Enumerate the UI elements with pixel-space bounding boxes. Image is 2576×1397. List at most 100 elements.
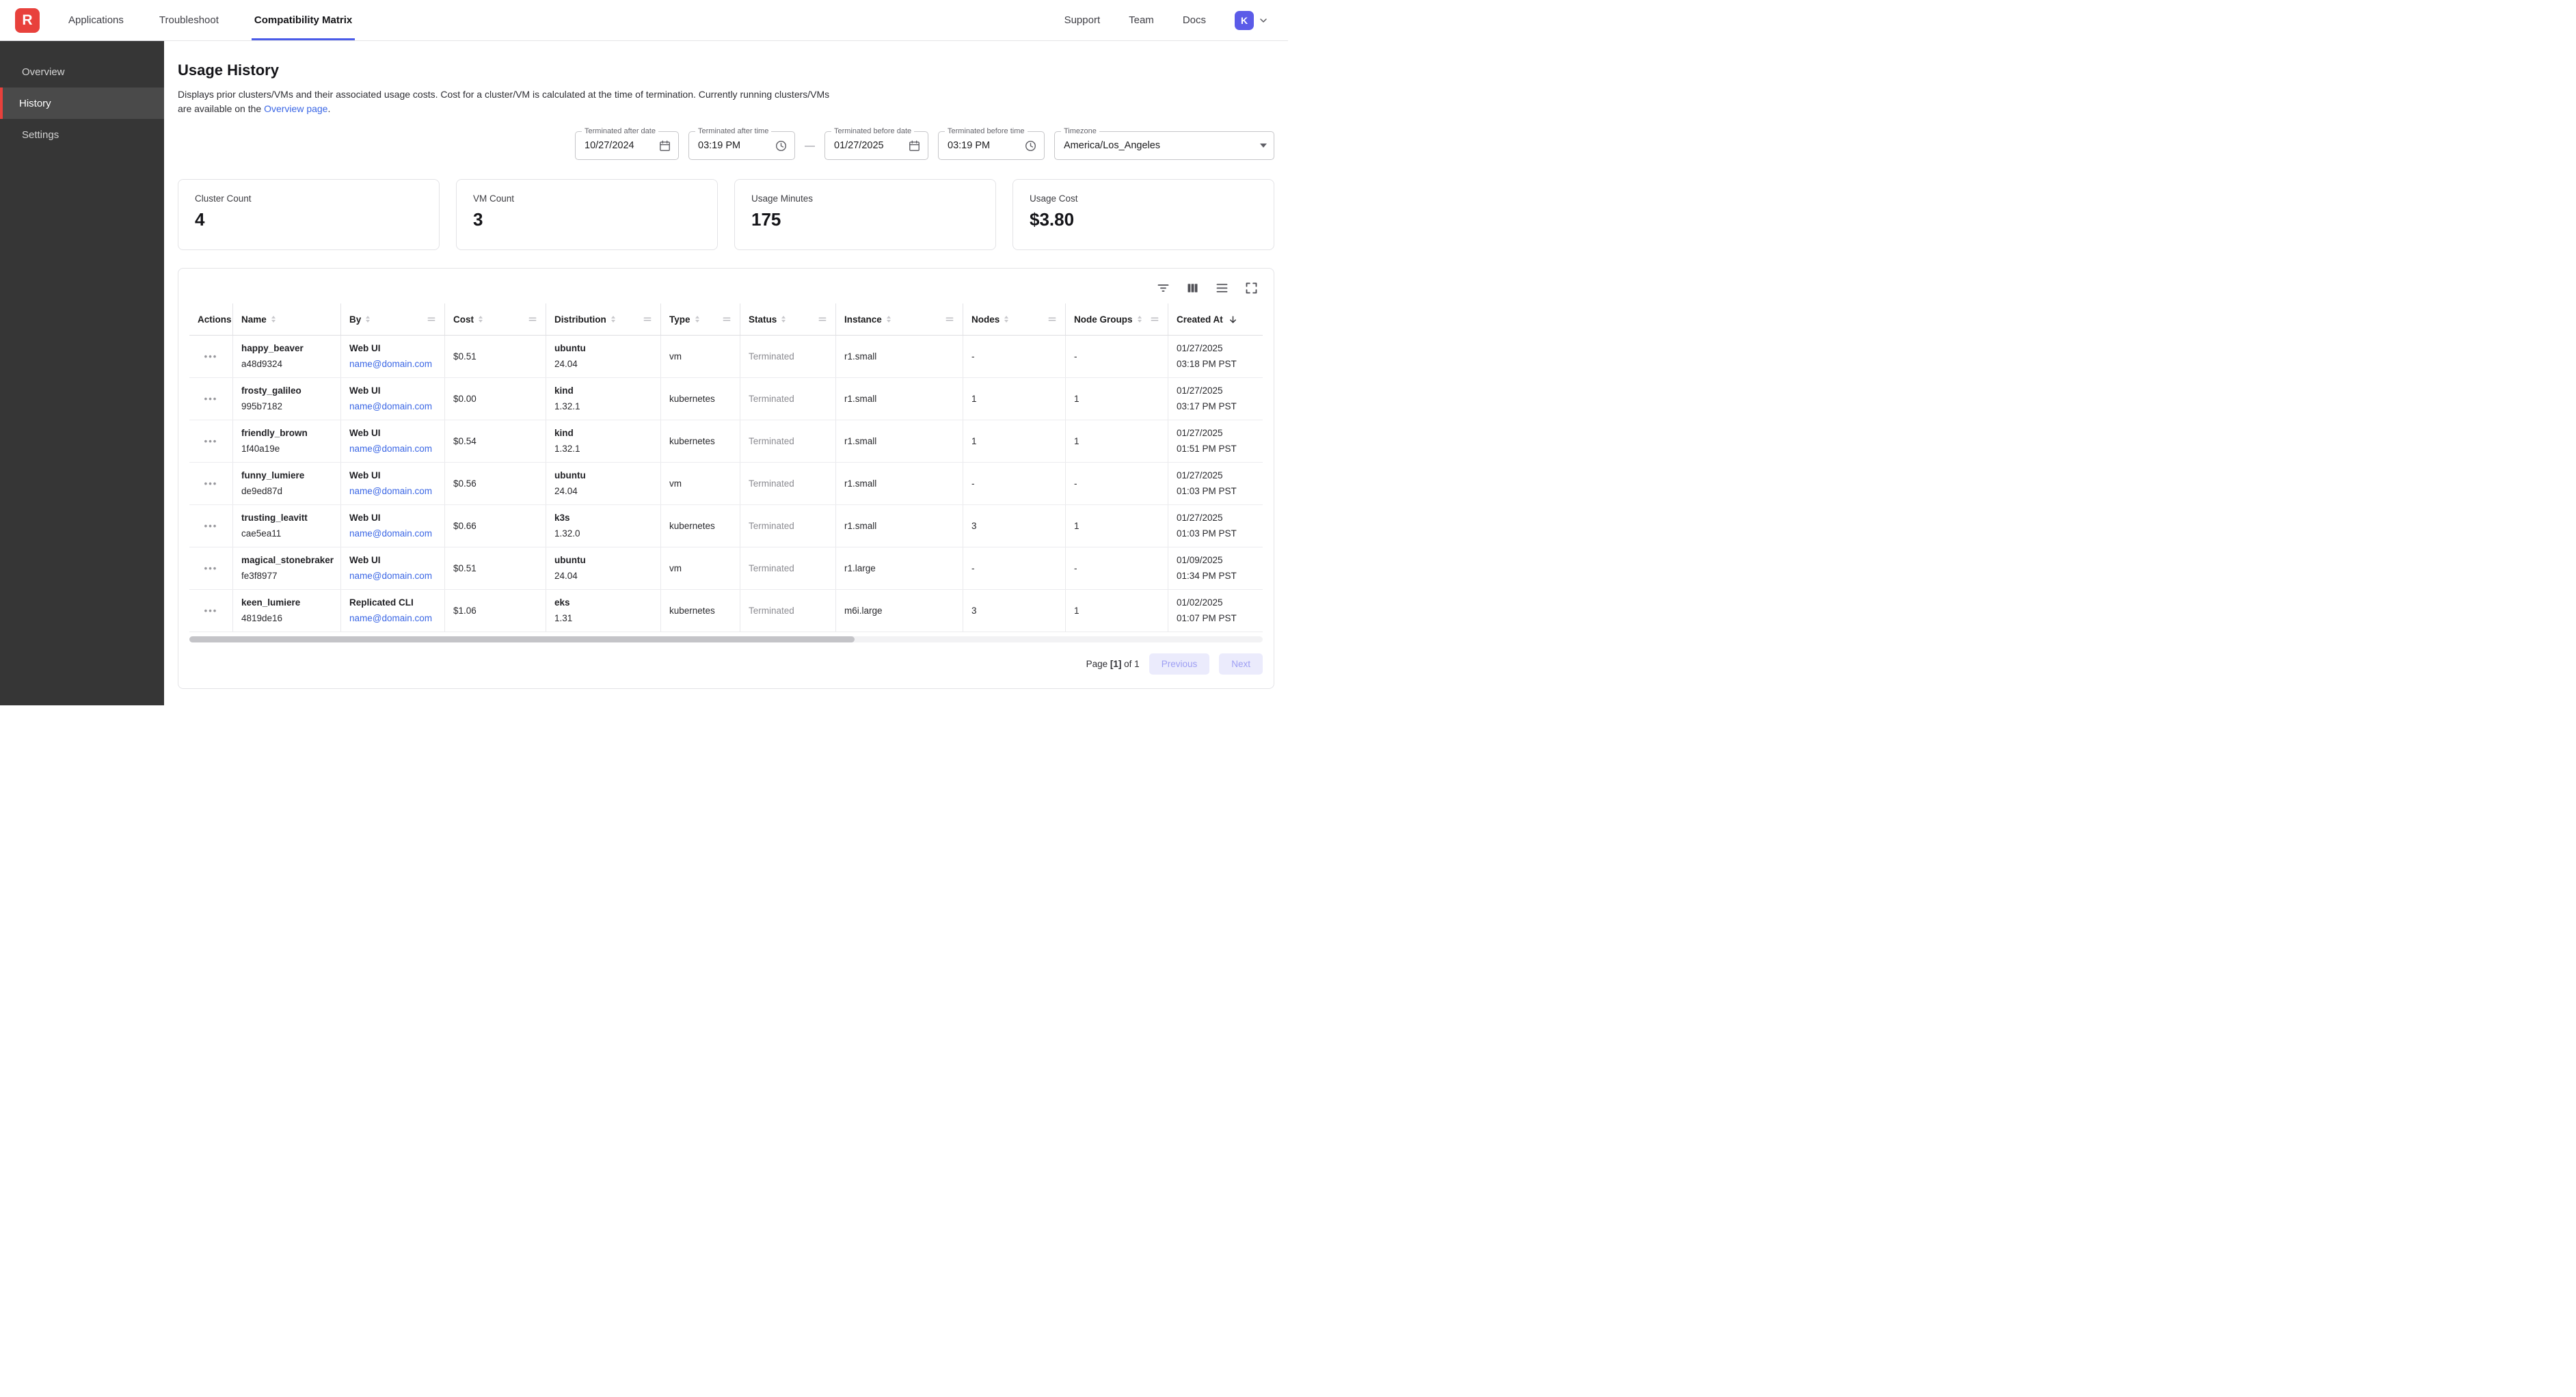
terminated-before-date-input[interactable]: Terminated before date 01/27/2025 xyxy=(824,131,928,160)
nodes-value: 1 xyxy=(971,435,1057,448)
stat-card-usage-cost: Usage Cost $3.80 xyxy=(1012,179,1274,250)
nav-item-applications[interactable]: Applications xyxy=(66,0,126,40)
sort-icon[interactable] xyxy=(366,316,370,323)
column-header-cost[interactable]: Cost xyxy=(445,303,546,335)
clock-icon[interactable] xyxy=(775,139,788,152)
created-date: 01/02/2025 xyxy=(1177,596,1255,610)
status-cell: Terminated xyxy=(740,505,836,547)
filter-icon[interactable] xyxy=(1156,281,1170,295)
created-by-source: Web UI xyxy=(349,426,436,440)
stat-label: Usage Minutes xyxy=(751,193,979,204)
column-header-instance[interactable]: Instance xyxy=(836,303,963,335)
terminated-before-time-input[interactable]: Terminated before time 03:19 PM xyxy=(938,131,1045,160)
calendar-icon[interactable] xyxy=(908,139,921,152)
created-date: 01/27/2025 xyxy=(1177,426,1255,440)
column-menu-icon[interactable] xyxy=(1043,314,1057,324)
nav-item-compatibility-matrix[interactable]: Compatibility Matrix xyxy=(252,0,355,40)
nav-link-team[interactable]: Team xyxy=(1129,14,1154,26)
column-label: Distribution xyxy=(554,314,606,325)
terminated-after-date-input[interactable]: Terminated after date 10/27/2024 xyxy=(575,131,679,160)
created-by-email-link[interactable]: name@domain.com xyxy=(349,485,436,498)
columns-icon[interactable] xyxy=(1185,281,1200,295)
column-header-name[interactable]: Name xyxy=(233,303,341,335)
brand-logo[interactable]: R xyxy=(15,0,40,40)
account-menu[interactable]: K xyxy=(1235,11,1269,30)
column-header-nodes[interactable]: Nodes xyxy=(963,303,1066,335)
sort-icon[interactable] xyxy=(781,316,786,323)
column-menu-icon[interactable] xyxy=(718,314,732,324)
density-icon[interactable] xyxy=(1215,281,1229,295)
clock-icon[interactable] xyxy=(1024,139,1037,152)
created-at-cell: 01/27/2025 01:03 PM PST xyxy=(1168,463,1263,504)
previous-page-button[interactable]: Previous xyxy=(1149,653,1210,675)
column-header-node-groups[interactable]: Node Groups xyxy=(1066,303,1168,335)
instance-cell: r1.small xyxy=(836,463,963,504)
node-groups-cell: 1 xyxy=(1066,378,1168,420)
more-options-icon[interactable]: ••• xyxy=(204,606,218,616)
column-menu-icon[interactable] xyxy=(1146,314,1159,324)
sort-icon[interactable] xyxy=(611,316,615,323)
sidebar-item-overview[interactable]: Overview xyxy=(0,56,164,87)
more-options-icon[interactable]: ••• xyxy=(204,394,218,404)
sort-icon[interactable] xyxy=(1138,316,1142,323)
overview-page-link[interactable]: Overview page xyxy=(264,103,327,114)
column-menu-icon[interactable] xyxy=(422,314,436,324)
sort-desc-icon[interactable] xyxy=(1228,314,1238,325)
column-menu-icon[interactable] xyxy=(639,314,652,324)
column-menu-icon[interactable] xyxy=(524,314,537,324)
name-cell: trusting_leavitt cae5ea11 xyxy=(233,505,341,547)
stat-cards: Cluster Count 4 VM Count 3 Usage Minutes… xyxy=(178,179,1274,250)
column-label: Nodes xyxy=(971,314,999,325)
horizontal-scrollbar-track[interactable] xyxy=(189,636,1263,642)
created-by-email-link[interactable]: name@domain.com xyxy=(349,357,436,371)
created-time: 01:07 PM PST xyxy=(1177,612,1255,625)
calendar-icon[interactable] xyxy=(658,139,671,152)
sidebar-item-history[interactable]: History xyxy=(0,87,164,119)
more-options-icon[interactable]: ••• xyxy=(204,351,218,362)
column-header-type[interactable]: Type xyxy=(661,303,740,335)
created-time: 01:34 PM PST xyxy=(1177,569,1255,583)
sort-icon[interactable] xyxy=(479,316,483,323)
sort-icon[interactable] xyxy=(887,316,891,323)
more-options-icon[interactable]: ••• xyxy=(204,563,218,573)
fullscreen-icon[interactable] xyxy=(1244,281,1259,295)
horizontal-scrollbar-thumb[interactable] xyxy=(189,636,855,642)
status-badge: Terminated xyxy=(749,519,827,533)
created-by-email-link[interactable]: name@domain.com xyxy=(349,569,436,583)
cost-value: $1.06 xyxy=(453,604,537,618)
created-by-email-link[interactable]: name@domain.com xyxy=(349,527,436,541)
sort-icon[interactable] xyxy=(695,316,699,323)
sort-icon[interactable] xyxy=(1004,316,1008,323)
more-options-icon[interactable]: ••• xyxy=(204,521,218,531)
nav-item-troubleshoot[interactable]: Troubleshoot xyxy=(157,0,222,40)
column-header-distribution[interactable]: Distribution xyxy=(546,303,661,335)
timezone-select[interactable]: Timezone America/Los_Angeles xyxy=(1054,131,1274,160)
column-header-by[interactable]: By xyxy=(341,303,445,335)
status-badge: Terminated xyxy=(749,604,827,618)
sort-icon[interactable] xyxy=(271,316,276,323)
column-header-created-at[interactable]: Created At xyxy=(1168,303,1263,335)
nav-link-support[interactable]: Support xyxy=(1064,14,1101,26)
nav-link-docs[interactable]: Docs xyxy=(1183,14,1206,26)
created-by-email-link[interactable]: name@domain.com xyxy=(349,612,436,625)
created-by-email-link[interactable]: name@domain.com xyxy=(349,400,436,413)
cost-value: $0.66 xyxy=(453,519,537,533)
created-date: 01/27/2025 xyxy=(1177,384,1255,398)
terminated-after-date-value: 10/27/2024 xyxy=(585,140,634,151)
column-menu-icon[interactable] xyxy=(814,314,827,324)
sidebar-item-settings[interactable]: Settings xyxy=(0,119,164,150)
next-page-button[interactable]: Next xyxy=(1219,653,1263,675)
page-description: Displays prior clusters/VMs and their as… xyxy=(178,87,835,116)
timezone-label: Timezone xyxy=(1061,127,1099,135)
terminated-after-time-value: 03:19 PM xyxy=(698,140,740,151)
more-options-icon[interactable]: ••• xyxy=(204,478,218,489)
created-by-source: Web UI xyxy=(349,511,436,525)
terminated-after-time-input[interactable]: Terminated after time 03:19 PM xyxy=(688,131,795,160)
distribution-version: 1.32.1 xyxy=(554,400,652,413)
distribution-name: kind xyxy=(554,384,652,398)
secondary-nav: Support Team Docs K xyxy=(1064,0,1269,40)
column-header-status[interactable]: Status xyxy=(740,303,836,335)
column-menu-icon[interactable] xyxy=(941,314,954,324)
created-by-email-link[interactable]: name@domain.com xyxy=(349,442,436,456)
more-options-icon[interactable]: ••• xyxy=(204,436,218,446)
